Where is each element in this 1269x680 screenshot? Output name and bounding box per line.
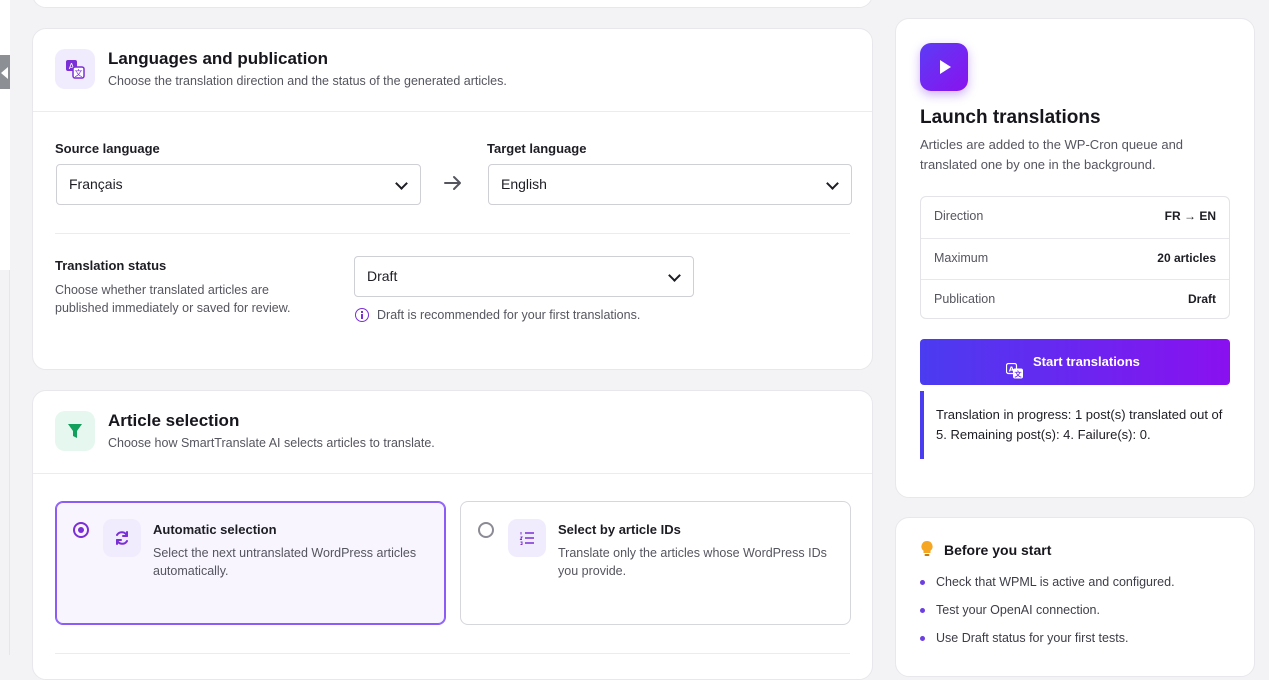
before-you-start-title: Before you start: [944, 542, 1052, 558]
automatic-selection-radio[interactable]: [73, 522, 89, 538]
languages-card-subtitle: Choose the translation direction and the…: [108, 74, 507, 88]
automatic-selection-title: Automatic selection: [153, 522, 277, 537]
before-you-start-card: Before you start Check that WPML is acti…: [895, 517, 1255, 677]
svg-text:文: 文: [75, 68, 83, 78]
automatic-selection-description: Select the next untranslated WordPress a…: [153, 546, 417, 578]
launch-description: Articles are added to the WP-Cron queue …: [920, 137, 1184, 172]
translate-icon: A 文: [55, 49, 95, 89]
info-icon: [355, 308, 369, 322]
summary-key: Maximum: [934, 251, 989, 265]
select-by-ids-option[interactable]: Select by article IDs Translate only the…: [460, 501, 851, 625]
arrow-right-icon: [444, 176, 461, 190]
chevron-down-icon: [395, 177, 408, 190]
languages-card-header: A 文 Languages and publication Choose the…: [33, 29, 872, 112]
refresh-icon: [103, 519, 141, 557]
start-translations-label: Start translations: [1033, 354, 1140, 369]
status-hint-text: Draft is recommended for your first tran…: [377, 308, 641, 322]
translation-progress-note: Translation in progress: 1 post(s) trans…: [920, 391, 1230, 459]
lightbulb-icon: [921, 540, 933, 556]
translation-status-label: Translation status: [55, 258, 167, 273]
summary-key: Publication: [934, 292, 996, 306]
select-by-ids-title: Select by article IDs: [558, 522, 681, 537]
summary-value: FR → EN: [1164, 209, 1216, 223]
list-item: Check that WPML is active and configured…: [920, 574, 1175, 602]
chevron-left-icon: [1, 67, 8, 79]
filter-icon: [55, 411, 95, 451]
divider: [55, 233, 850, 234]
chevron-down-icon: [826, 177, 839, 190]
tips-list: Check that WPML is active and configured…: [920, 574, 1175, 658]
divider: [55, 653, 850, 654]
languages-card-title: Languages and publication: [108, 49, 329, 68]
automatic-selection-option[interactable]: Automatic selection Select the next untr…: [55, 501, 446, 625]
summary-row-publication: Publication Draft: [921, 279, 1229, 321]
select-by-ids-description: Translate only the articles whose WordPr…: [558, 546, 827, 578]
summary-row-maximum: Maximum 20 articles: [921, 238, 1229, 280]
target-language-label: Target language: [487, 141, 587, 156]
translation-status-select[interactable]: Draft: [354, 256, 694, 297]
admin-sidebar-strip: [0, 0, 10, 270]
article-card-header: Article selection Choose how SmartTransl…: [33, 391, 872, 474]
launch-title: Launch translations: [920, 107, 1101, 128]
svg-text:文: 文: [1015, 370, 1023, 379]
list-item: Use Draft status for your first tests.: [920, 630, 1175, 658]
summary-value: 20 articles: [1157, 251, 1216, 265]
chevron-down-icon: [668, 269, 681, 282]
list-icon: [508, 519, 546, 557]
launch-summary-table: Direction FR → EN Maximum 20 articles Pu…: [920, 196, 1230, 319]
translation-status-value: Draft: [367, 268, 398, 284]
summary-row-direction: Direction FR → EN: [921, 197, 1229, 238]
target-language-select[interactable]: English: [488, 164, 852, 205]
admin-sidebar-lower: [0, 270, 10, 655]
status-hint: Draft is recommended for your first tran…: [355, 308, 640, 322]
article-card-title: Article selection: [108, 411, 240, 430]
summary-key: Direction: [934, 209, 984, 223]
collapse-menu-button[interactable]: [0, 55, 10, 89]
launch-translations-card: Launch translations Articles are added t…: [895, 18, 1255, 498]
translation-status-description: Choose whether translated articles are p…: [55, 283, 291, 315]
source-language-value: Français: [69, 176, 123, 192]
source-language-select[interactable]: Français: [56, 164, 421, 205]
languages-card: A 文 Languages and publication Choose the…: [32, 28, 873, 370]
target-language-value: English: [501, 176, 547, 192]
start-translations-button[interactable]: A 文 Start translations: [920, 339, 1230, 385]
source-language-label: Source language: [55, 141, 160, 156]
list-item: Test your OpenAI connection.: [920, 602, 1175, 630]
article-card-subtitle: Choose how SmartTranslate AI selects art…: [108, 436, 435, 450]
summary-value: Draft: [1187, 292, 1216, 306]
translate-icon: A 文: [1006, 363, 1023, 379]
article-selection-card: Article selection Choose how SmartTransl…: [32, 390, 873, 680]
select-by-ids-radio[interactable]: [478, 522, 494, 538]
play-icon: [920, 43, 968, 91]
previous-card: [32, 0, 873, 8]
